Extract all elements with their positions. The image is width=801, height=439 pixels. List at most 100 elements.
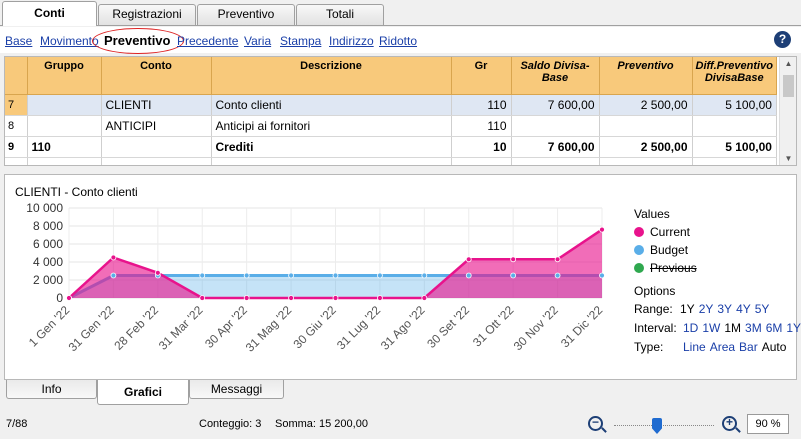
zoom-slider-thumb[interactable] <box>652 418 662 434</box>
cell-saldo[interactable]: 7 600,00 <box>511 94 600 116</box>
zoom-in-icon[interactable]: + <box>722 415 737 431</box>
table-row[interactable]: 8 ANTICIPI Anticipi ai fornitori 110 <box>5 115 777 137</box>
tab-grafici[interactable]: Grafici <box>97 380 189 405</box>
header-gruppo[interactable]: Gruppo <box>27 57 102 95</box>
data-point-budget <box>243 272 250 279</box>
cell-empty[interactable] <box>511 157 600 165</box>
header-descrizione[interactable]: Descrizione <box>211 57 452 95</box>
interval-1y[interactable]: 1Y <box>786 321 801 335</box>
interval-1w[interactable]: 1W <box>702 321 720 335</box>
view-varia[interactable]: Varia <box>244 34 271 48</box>
row-position: 7/88 <box>6 418 28 430</box>
tab-conti[interactable]: Conti <box>2 1 97 26</box>
table-row[interactable]: 9 110 Crediti 10 7 600,00 2 500,00 5 100… <box>5 136 777 158</box>
cell-gruppo[interactable] <box>27 115 102 137</box>
tab-totali[interactable]: Totali <box>296 4 384 25</box>
range-2y[interactable]: 2Y <box>699 302 714 316</box>
cell-gruppo[interactable] <box>27 94 102 116</box>
view-indirizzo[interactable]: Indirizzo <box>329 34 374 48</box>
header-conto[interactable]: Conto <box>101 57 212 95</box>
view-movimento[interactable]: Movimento <box>40 34 99 48</box>
type-line[interactable]: Line <box>683 340 706 354</box>
y-tick-label: 4 000 <box>33 255 63 269</box>
data-point-current <box>66 295 72 301</box>
legend-label: Previous <box>650 261 697 275</box>
scroll-down-icon[interactable]: ▼ <box>780 154 796 163</box>
view-base[interactable]: Base <box>5 34 32 48</box>
data-point-budget <box>510 272 517 279</box>
tab-divider <box>0 25 801 26</box>
cell-preventivo[interactable] <box>599 115 693 137</box>
cell-preventivo[interactable]: 2 500,00 <box>599 136 693 158</box>
row-number: 9 <box>5 136 28 158</box>
legend-item-previous[interactable]: Previous <box>634 261 697 275</box>
scroll-thumb[interactable] <box>783 75 794 97</box>
table-row[interactable] <box>5 157 777 165</box>
legend-item-current[interactable]: Current <box>634 225 690 239</box>
cell-diff[interactable] <box>692 115 777 137</box>
cell-diff[interactable]: 5 100,00 <box>692 136 777 158</box>
tab-registrazioni[interactable]: Registrazioni <box>98 4 196 25</box>
cell-empty[interactable] <box>27 157 102 165</box>
cell-empty[interactable] <box>599 157 693 165</box>
cell-preventivo[interactable]: 2 500,00 <box>599 94 693 116</box>
scroll-up-icon[interactable]: ▲ <box>780 59 796 68</box>
interval-6m[interactable]: 6M <box>766 321 783 335</box>
header-preventivo[interactable]: Preventivo <box>599 57 693 95</box>
cell-gr[interactable]: 110 <box>451 94 512 116</box>
cell-descrizione[interactable]: Anticipi ai fornitori <box>211 115 452 137</box>
cell-saldo[interactable]: 7 600,00 <box>511 136 600 158</box>
type-auto[interactable]: Auto <box>762 340 787 354</box>
interval-1m[interactable]: 1M <box>724 321 741 335</box>
tab-preventivo[interactable]: Preventivo <box>197 4 295 25</box>
chart-area: 0 2 000 4 000 6 000 8 000 10 000 1 Gen '2231 G… <box>26 201 606 355</box>
cell-conto[interactable]: CLIENTI <box>101 94 212 116</box>
type-bar[interactable]: Bar <box>739 340 758 354</box>
cell-conto[interactable] <box>101 136 212 158</box>
range-label: Range: <box>634 302 673 316</box>
cell-saldo[interactable] <box>511 115 600 137</box>
type-area[interactable]: Area <box>710 340 735 354</box>
cell-gr[interactable]: 10 <box>451 136 512 158</box>
cell-empty[interactable] <box>211 157 452 165</box>
y-tick-label: 8 000 <box>33 219 63 233</box>
table-row[interactable]: 7 CLIENTI Conto clienti 110 7 600,00 2 5… <box>5 94 777 116</box>
data-point-current <box>332 295 339 301</box>
zoom-slider[interactable] <box>614 425 714 427</box>
data-point-budget <box>110 272 117 279</box>
cell-gr[interactable]: 110 <box>451 115 512 137</box>
cell-empty[interactable] <box>101 157 212 165</box>
legend-item-budget[interactable]: Budget <box>634 243 688 257</box>
view-ridotto[interactable]: Ridotto <box>379 34 417 48</box>
zoom-out-icon[interactable]: − <box>588 415 603 431</box>
header-gr[interactable]: Gr <box>451 57 512 95</box>
help-icon[interactable]: ? <box>774 31 791 48</box>
table-scrollbar[interactable]: ▲ ▼ <box>779 57 796 165</box>
interval-1d[interactable]: 1D <box>683 321 698 335</box>
cell-empty[interactable] <box>692 157 777 165</box>
cell-empty[interactable] <box>451 157 512 165</box>
range-4y[interactable]: 4Y <box>736 302 751 316</box>
header-diff[interactable]: Diff.Preventivo DivisaBase <box>692 57 777 95</box>
data-point-current <box>510 256 517 263</box>
x-tick-label: 30 Set '22 <box>424 303 472 351</box>
cell-descrizione[interactable]: Crediti <box>211 136 452 158</box>
header-saldo[interactable]: Saldo Divisa-Base <box>511 57 600 95</box>
view-stampa[interactable]: Stampa <box>280 34 321 48</box>
cell-descrizione[interactable]: Conto clienti <box>211 94 452 116</box>
cell-diff[interactable]: 5 100,00 <box>692 94 777 116</box>
interval-options: Interval: 1D 1W 1M 3M 6M 1Y <box>634 321 801 335</box>
zoom-level-field[interactable]: 90 % <box>747 414 789 434</box>
view-precedente[interactable]: Precedente <box>177 34 238 48</box>
tab-messaggi[interactable]: Messaggi <box>189 380 284 399</box>
data-point-current <box>154 269 161 276</box>
interval-3m[interactable]: 3M <box>745 321 762 335</box>
x-tick-label: 31 Dic '22 <box>558 303 606 351</box>
range-1y[interactable]: 1Y <box>680 302 695 316</box>
y-tick-label: 10 000 <box>26 201 63 215</box>
range-3y[interactable]: 3Y <box>717 302 732 316</box>
cell-conto[interactable]: ANTICIPI <box>101 115 212 137</box>
range-5y[interactable]: 5Y <box>755 302 770 316</box>
tab-info[interactable]: Info <box>6 380 97 399</box>
cell-gruppo[interactable]: 110 <box>27 136 102 158</box>
